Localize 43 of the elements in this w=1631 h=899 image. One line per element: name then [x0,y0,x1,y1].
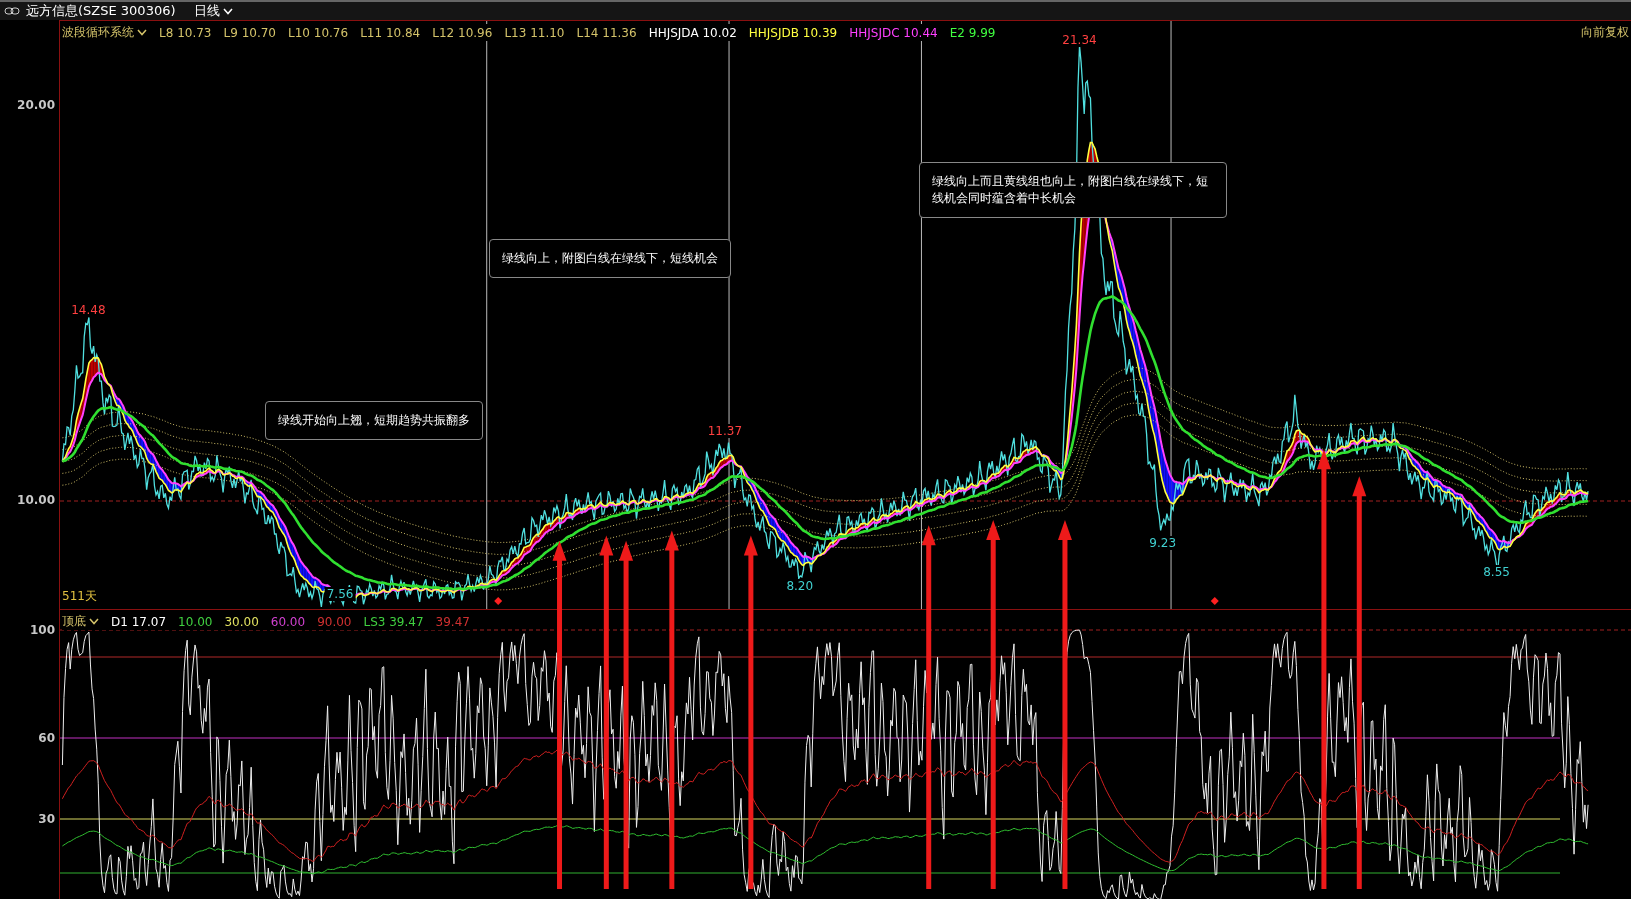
adjust-mode-label[interactable]: 向前复权 [1581,24,1629,41]
chevron-icon[interactable] [89,618,99,625]
price-label: 21.34 [1060,32,1099,47]
legend-value: 39.47 [435,614,470,629]
legend-value: D1 17.07 [111,614,167,629]
legend-value: LS3 39.47 [363,614,424,629]
price-label: 7.56 [324,586,356,601]
stock-title: 远方信息(SZSE 300306) [26,2,176,20]
annotation-callout: 绿线向上，附图白线在绿线下，短线机会 [489,239,731,278]
days-label: 511天 [62,588,97,605]
price-label: 8.20 [784,578,816,593]
axis-label: 30 [38,812,55,826]
legend-value: 30.00 [224,614,259,629]
diamond-icon [494,597,503,606]
annotation-callout: 绿线向上而且黄线组也向上，附图白线在绿线下，短线机会同时蕴含着中长机会 [919,162,1227,218]
legend-value: L9 10.70 [223,25,276,40]
price-label: 14.48 [69,302,108,317]
diamond-icon [1210,597,1219,606]
legend-value: L8 10.73 [159,25,212,40]
legend-value: L10 10.76 [288,25,349,40]
axis-label: 100 [29,623,55,637]
legend-value: HHJSJDB 10.39 [748,25,838,40]
chevron-icon[interactable] [137,29,147,36]
price-label: 8.55 [1481,565,1512,579]
link-icon[interactable] [4,7,20,15]
legend-value: E2 9.99 [949,25,996,40]
legend-value: 60.00 [270,614,306,629]
legend-value: HHJSJDC 10.44 [849,25,938,40]
legend-value: L13 11.10 [504,25,565,40]
indicator-name[interactable]: 顶底 [62,613,86,630]
legend-value: L14 11.36 [576,25,637,40]
axis-label: 10.00 [17,493,55,507]
axis-label: 60 [38,731,55,745]
legend-value: 90.00 [317,614,352,629]
price-label: 9.23 [1147,535,1179,550]
annotation-callout: 绿线开始向上翘，短期趋势共振翻多 [265,401,483,440]
indicator-name[interactable]: 波段循环系统 [62,24,134,41]
legend-value: L11 10.84 [360,25,421,40]
axis-label: 20.00 [17,98,55,112]
period-selector[interactable]: 日线 [193,2,220,20]
legend-value: HHJSJDA 10.02 [648,25,737,40]
legend-value: L12 10.96 [432,25,493,40]
legend-value: 10.00 [178,614,213,629]
